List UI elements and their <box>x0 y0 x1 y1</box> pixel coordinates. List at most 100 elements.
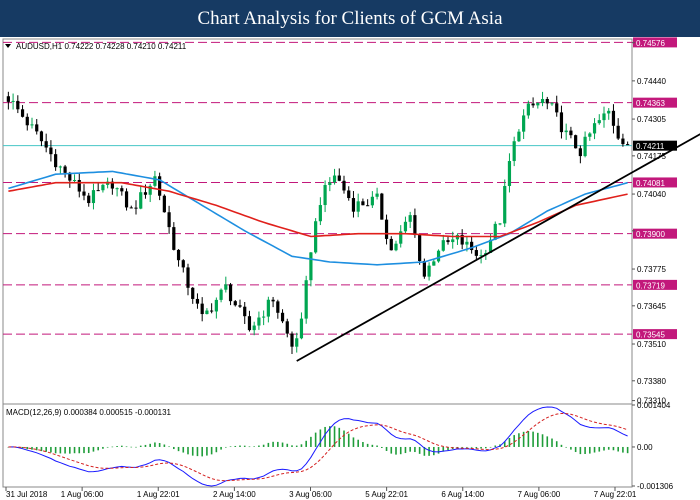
candle-body <box>134 207 138 209</box>
candle-body <box>503 186 507 224</box>
candle-body <box>342 180 346 191</box>
macd-hist-bar <box>551 438 553 447</box>
macd-hist-bar <box>381 446 383 448</box>
macd-hist-bar <box>532 431 534 447</box>
candle-body <box>276 301 280 313</box>
macd-hist-bar <box>281 442 284 447</box>
candle-body <box>522 115 526 132</box>
macd-hist-bar <box>338 427 341 447</box>
candle-body <box>507 161 512 187</box>
macd-hist-bar <box>347 433 350 447</box>
candle-body <box>176 249 181 261</box>
candle-body <box>583 136 587 157</box>
macd-hist-bar <box>201 446 203 457</box>
candle-body <box>375 193 379 197</box>
candle <box>493 221 497 241</box>
candle-body <box>124 191 129 208</box>
macd-hist-bar <box>333 426 336 447</box>
macd-hist-bar <box>73 446 76 454</box>
macd-hist-bar <box>206 446 208 456</box>
macd-hist-bar <box>537 432 539 447</box>
x-tick-label-3: 2 Aug 14:00 <box>213 490 256 499</box>
candle-body <box>219 289 223 300</box>
y-tick-label-10: 0.73380 <box>637 377 666 386</box>
candle-body <box>49 147 53 155</box>
level-tag-label-3: 0.73900 <box>636 230 665 239</box>
macd-hist-bar <box>314 432 317 447</box>
level-tag-label-0: 0.74576 <box>636 39 665 48</box>
candle-body <box>626 144 630 146</box>
candle-body <box>578 148 582 157</box>
candle-body <box>139 192 143 209</box>
candle <box>574 134 578 149</box>
macd-hist-bar <box>210 446 213 455</box>
candle-body <box>186 267 190 288</box>
candle-body <box>394 243 398 251</box>
macd-hist-bar <box>225 446 227 448</box>
macd-hist-bar <box>253 446 255 447</box>
macd-hist-bar <box>343 430 345 447</box>
macd-hist-bar <box>144 444 147 447</box>
macd-hist-bar <box>258 445 260 447</box>
candle-body <box>351 198 356 212</box>
macd-hist-bar <box>35 446 38 451</box>
candle-body <box>408 215 412 222</box>
candle-body <box>210 310 214 312</box>
macd-hist-bar <box>286 443 289 447</box>
candle-body <box>422 261 426 277</box>
x-tick-label-4: 3 Aug 06:00 <box>289 490 332 499</box>
macd-hist-bar <box>414 446 416 453</box>
macd-hist-bar <box>291 445 293 447</box>
candle <box>162 194 166 213</box>
macd-hist-bar <box>399 446 402 455</box>
candle-body <box>403 221 408 232</box>
macd-hist-bar <box>168 446 170 448</box>
macd-hist-bar <box>489 446 492 448</box>
macd-hist-bar <box>243 445 246 447</box>
candle-body <box>512 141 516 162</box>
macd-hist-bar <box>191 446 194 456</box>
macd-hist-bar <box>102 446 104 449</box>
macd-hist-bar <box>622 446 624 453</box>
candle-body <box>120 188 124 192</box>
candle-body <box>285 321 289 334</box>
macd-hist-bar <box>357 439 359 447</box>
candle <box>124 188 129 211</box>
level-tag-label-5: 0.73545 <box>636 331 665 340</box>
candle-body <box>366 205 370 207</box>
candle-body <box>569 130 573 136</box>
macd-hist-bar <box>277 441 279 447</box>
candle-body <box>238 305 242 307</box>
candle <box>436 249 441 263</box>
y-tick-label-4: 0.74175 <box>637 152 666 161</box>
candle <box>418 233 422 265</box>
level-tag-label-2: 0.74081 <box>636 179 665 188</box>
y-tick-label-9: 0.73510 <box>637 340 666 349</box>
candle-body <box>318 205 322 222</box>
time-axis: 31 Jul 2018 1 Aug 06:00 1 Aug 22:01 2 Aug 1… <box>5 487 637 499</box>
candle-body <box>380 193 384 220</box>
macd-hist-bar <box>215 446 218 453</box>
x-tick-label-6: 6 Aug 14:00 <box>441 490 484 499</box>
x-tick-label-0: 31 Jul 2018 <box>6 490 48 499</box>
candle-body <box>418 235 422 262</box>
macd-hist-bar <box>121 445 123 447</box>
candle-body <box>58 166 62 168</box>
candle-body <box>574 135 578 149</box>
candle-body <box>299 318 304 339</box>
candle-body <box>592 123 597 134</box>
macd-hist-bar <box>404 446 407 454</box>
candle-body <box>616 125 620 139</box>
macd-hist-bar <box>111 446 114 448</box>
candle-body <box>195 298 200 304</box>
macd-hist-bar <box>173 446 175 450</box>
macd-hist-bar <box>418 446 421 454</box>
macd-hist-bar <box>182 446 185 453</box>
macd-hist-bar <box>617 446 619 452</box>
macd-hist-bar <box>135 446 137 448</box>
macd-hist-bar <box>163 444 166 447</box>
candle-body <box>607 110 611 114</box>
candle-body <box>328 182 332 186</box>
candle-body <box>389 238 393 251</box>
price-axis: 0.747050.744400.743050.741750.740400.737… <box>632 42 666 406</box>
